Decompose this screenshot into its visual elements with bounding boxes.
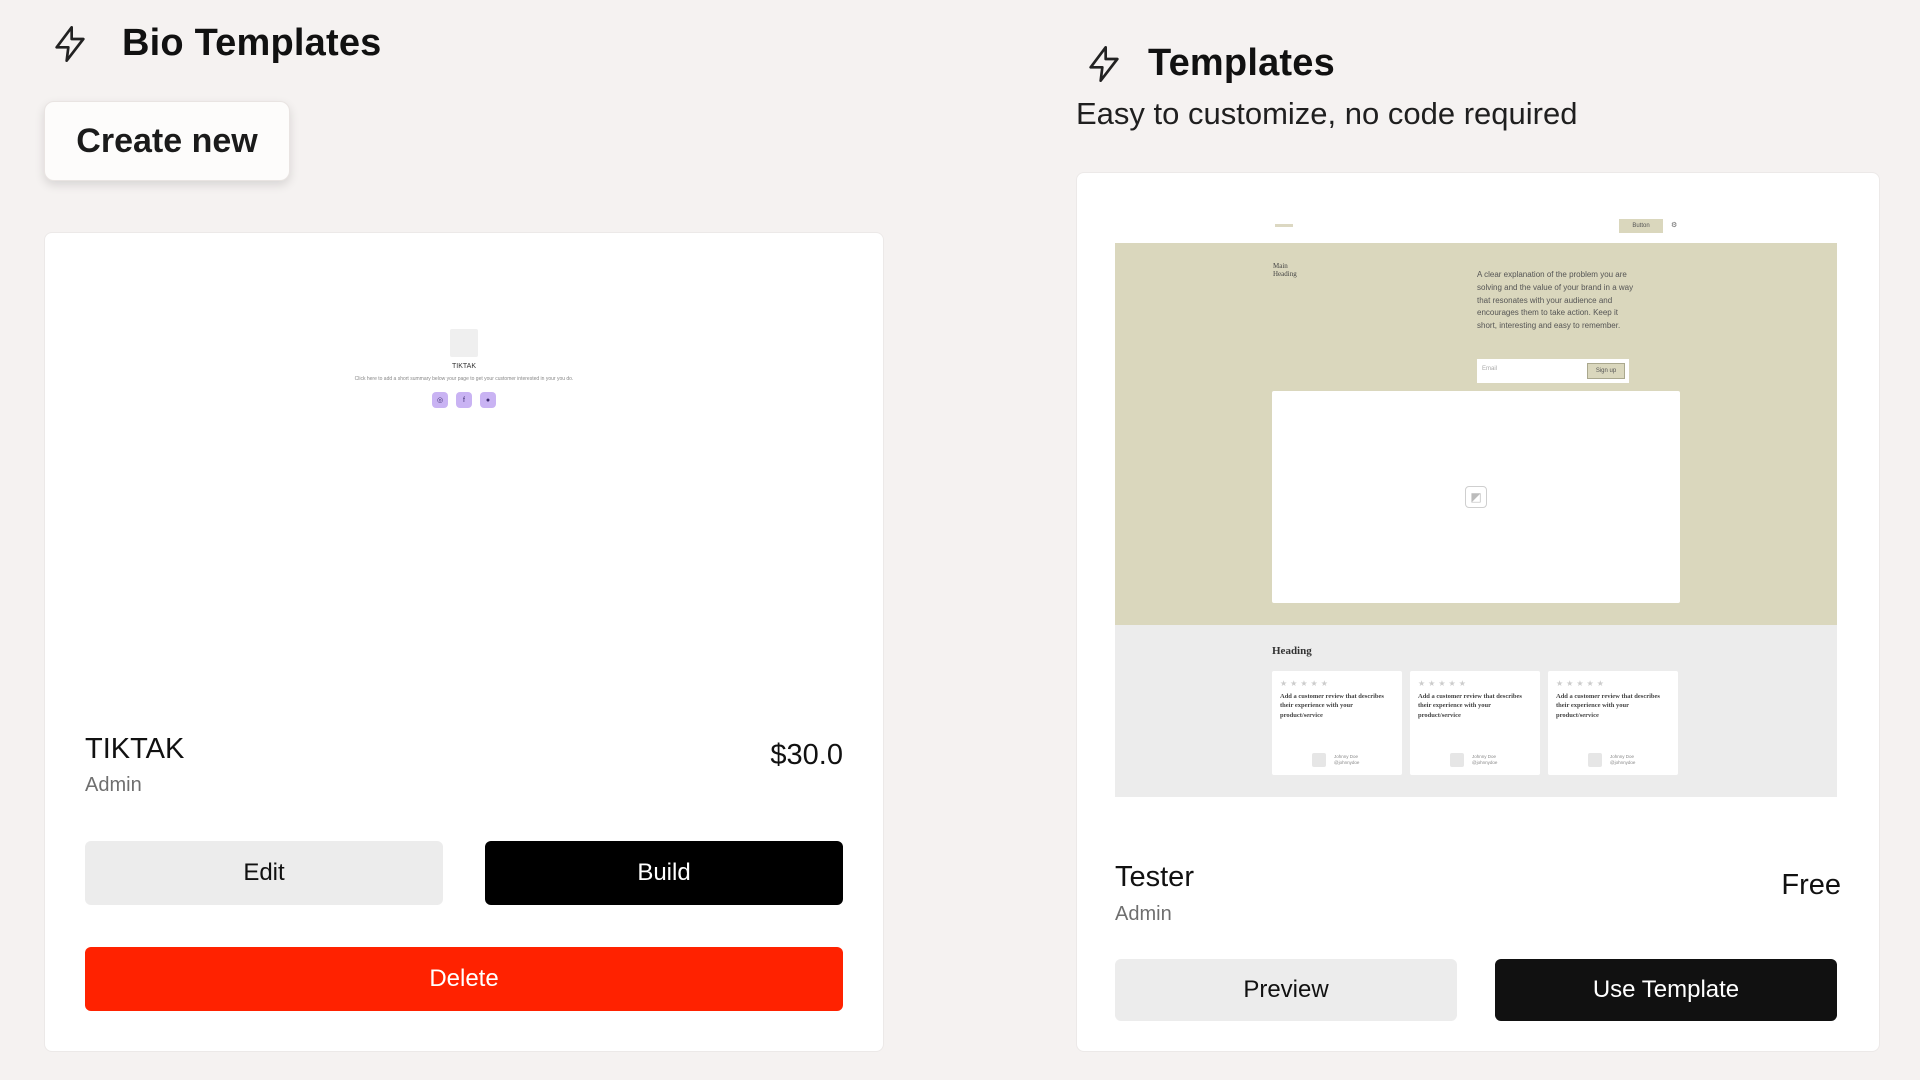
avatar [1450,753,1464,767]
review-card: ★★★★★ Add a customer review that describ… [1548,671,1678,775]
facebook-icon: f [456,392,472,408]
templates-title: Templates [1148,42,1335,84]
review-author-name: Johnny Doe [1472,754,1497,760]
review-author-name: Johnny Doe [1610,754,1635,760]
review-text: Add a customer review that describes the… [1280,693,1384,719]
templates-header: Templates [1084,42,1335,85]
preview-logo [1275,224,1293,227]
delete-button[interactable]: Delete [85,947,843,1011]
preview-topbar: Button ⚙ [1115,209,1837,243]
preview-button[interactable]: Preview [1115,959,1457,1021]
preview-email-placeholder: Email [1482,366,1498,372]
build-button[interactable]: Build [485,841,843,905]
review-card: ★★★★★ Add a customer review that describ… [1410,671,1540,775]
preview-image-placeholder: ◩ [1272,391,1680,603]
review-author-name: Johnny Doe [1334,754,1359,760]
avatar [1588,753,1602,767]
review-author: Johnny Doe @johnnydoe [1334,754,1359,766]
use-template-button[interactable]: Use Template [1495,959,1837,1021]
preview-top-button: Button [1619,219,1663,233]
bio-preview-name: TIKTAK [452,363,476,370]
preview-reviews-heading: Heading [1272,645,1312,657]
review-author-handle: @johnnydoe [1472,760,1498,765]
review-card: ★★★★★ Add a customer review that describ… [1272,671,1402,775]
create-new-button[interactable]: Create new [44,101,290,181]
globe-icon: ● [480,392,496,408]
star-rating: ★★★★★ [1556,679,1607,688]
review-author-handle: @johnnydoe [1610,760,1636,765]
star-rating: ★★★★★ [1280,679,1331,688]
image-icon: ◩ [1465,486,1487,508]
template-card-author: Admin [1115,903,1172,925]
review-text: Add a customer review that describes the… [1418,693,1522,719]
preview-hero: Main Heading A clear explanation of the … [1115,243,1837,625]
template-card-price: Free [1781,869,1841,901]
template-card: Button ⚙ Main Heading A clear explanatio… [1076,172,1880,1052]
lightning-icon [50,24,90,64]
bio-card-title: TIKTAK [85,733,185,765]
bio-preview-socials: ◎ f ● [45,392,883,408]
review-author-handle: @johnnydoe [1334,760,1360,765]
templates-subtitle: Easy to customize, no code required [1076,96,1578,131]
template-card-title: Tester [1115,861,1194,893]
instagram-icon: ◎ [432,392,448,408]
preview-reviews-row: ★★★★★ Add a customer review that describ… [1272,671,1678,775]
bio-card-author: Admin [85,774,142,796]
preview-hero-text: A clear explanation of the problem you a… [1477,270,1634,331]
bio-card-price: $30.0 [770,739,843,771]
preview-email-field: Email Sign up [1477,359,1629,383]
review-text: Add a customer review that describes the… [1556,693,1660,719]
preview-menu-icon: ⚙ [1671,222,1678,229]
review-author: Johnny Doe @johnnydoe [1610,754,1635,766]
bio-template-card: TIKTAK Click here to add a short summary… [44,232,884,1052]
preview-signup-button: Sign up [1587,363,1625,379]
review-author: Johnny Doe @johnnydoe [1472,754,1497,766]
bio-template-preview[interactable]: TIKTAK Click here to add a short summary… [45,329,883,408]
preview-reviews: Heading ★★★★★ Add a customer review that… [1115,625,1837,797]
review-footer: Johnny Doe @johnnydoe [1312,753,1359,767]
lightning-icon [1084,44,1124,84]
bio-templates-header: Bio Templates [50,22,382,65]
review-footer: Johnny Doe @johnnydoe [1450,753,1497,767]
edit-button[interactable]: Edit [85,841,443,905]
preview-hero-heading: Main Heading [1273,262,1297,278]
bio-preview-description: Click here to add a short summary below … [354,376,574,382]
review-footer: Johnny Doe @johnnydoe [1588,753,1635,767]
avatar [1312,753,1326,767]
template-preview[interactable]: Button ⚙ Main Heading A clear explanatio… [1115,209,1837,797]
bio-templates-title: Bio Templates [122,22,382,64]
avatar [450,329,478,357]
star-rating: ★★★★★ [1418,679,1469,688]
